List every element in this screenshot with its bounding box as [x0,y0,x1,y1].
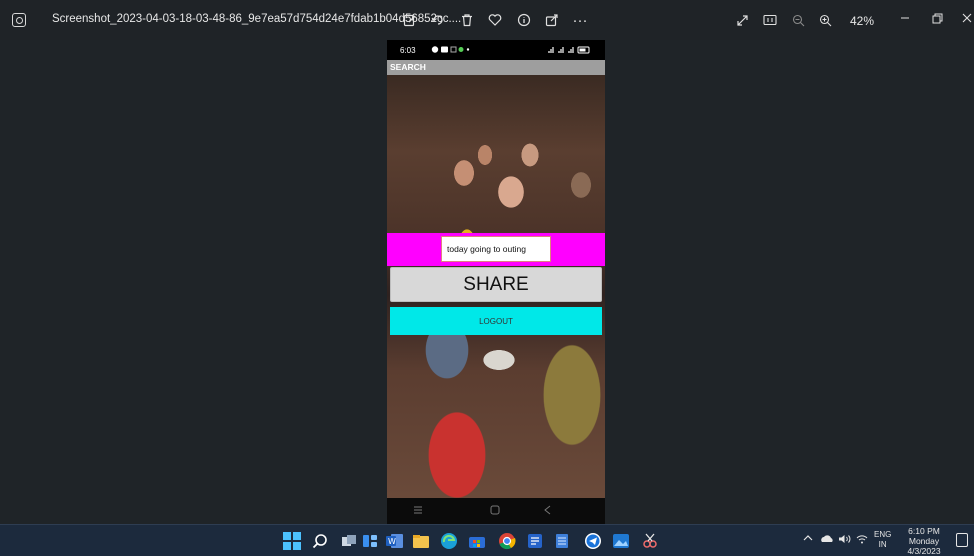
more-icon[interactable]: ··· [570,10,590,30]
lang-code: ENG [874,530,892,539]
message-input[interactable] [441,236,551,262]
menu-icon[interactable] [413,505,423,518]
clock-day: Monday [908,536,940,546]
zoom-level[interactable]: 42% [850,14,874,28]
task-view-icon[interactable] [340,532,358,550]
logout-button[interactable]: LOGOUT [390,307,602,335]
notepad-icon[interactable] [553,532,571,550]
minimize-button[interactable] [892,6,918,30]
edit-icon[interactable] [400,10,420,30]
svg-text:W: W [388,537,396,546]
widgets-icon[interactable] [361,532,379,550]
calendar-app-icon[interactable] [526,532,544,550]
phone-status-bar: 6:03 [387,40,605,60]
notification-icon[interactable] [956,533,968,547]
share-icon[interactable] [542,10,562,30]
system-clock[interactable]: 6:10 PM Monday 4/3/2023 [905,526,943,556]
edge-icon[interactable] [440,532,458,550]
zoom-in-icon[interactable] [815,10,835,30]
status-notification-icons [431,45,471,56]
close-button[interactable] [954,6,974,30]
phone-screenshot: 6:03 SEARCH SHARE LOGOUT [387,40,605,524]
store-icon[interactable] [468,532,486,550]
viewer-titlebar: Screenshot_2023-04-03-18-03-48-86_9e7ea5… [0,0,974,40]
chrome-icon[interactable] [498,532,516,550]
favorite-icon[interactable] [485,10,505,30]
photos-icon[interactable] [612,532,630,550]
search-title[interactable]: SEARCH [390,62,426,72]
windows-taskbar: W ENG IN 6:10 PM Monday 4/3/2023 [0,524,974,556]
lang-region: IN [878,540,887,549]
start-icon[interactable] [283,532,301,550]
app-bar: SEARCH [387,60,605,75]
delete-icon[interactable] [457,10,477,30]
clock-date: 4/3/2023 [907,546,941,556]
phone-nav-bar [387,498,605,524]
actual-size-icon[interactable] [760,10,780,30]
rotate-icon[interactable] [428,10,448,30]
file-explorer-icon[interactable] [412,532,430,550]
clock-time: 6:10 PM [908,526,940,536]
volume-icon[interactable] [838,534,852,547]
telegram-icon[interactable] [584,532,602,550]
share-button[interactable]: SHARE [390,267,602,302]
snipping-tool-icon[interactable] [641,532,659,550]
restore-button[interactable] [924,6,950,30]
search-icon[interactable] [311,532,329,550]
photos-app-icon [12,13,26,27]
back-icon[interactable] [543,505,553,518]
info-icon[interactable] [514,10,534,30]
fullscreen-icon[interactable] [732,10,752,30]
word-icon[interactable]: W [386,532,404,550]
home-icon[interactable] [490,505,500,518]
zoom-out-icon[interactable] [788,10,808,30]
status-time: 6:03 [400,46,416,55]
wifi-icon[interactable] [856,534,868,547]
language-indicator[interactable]: ENG IN [874,530,891,550]
signal-battery-icons [547,46,591,56]
onedrive-icon[interactable] [820,534,834,546]
show-hidden-icons[interactable] [803,534,813,545]
